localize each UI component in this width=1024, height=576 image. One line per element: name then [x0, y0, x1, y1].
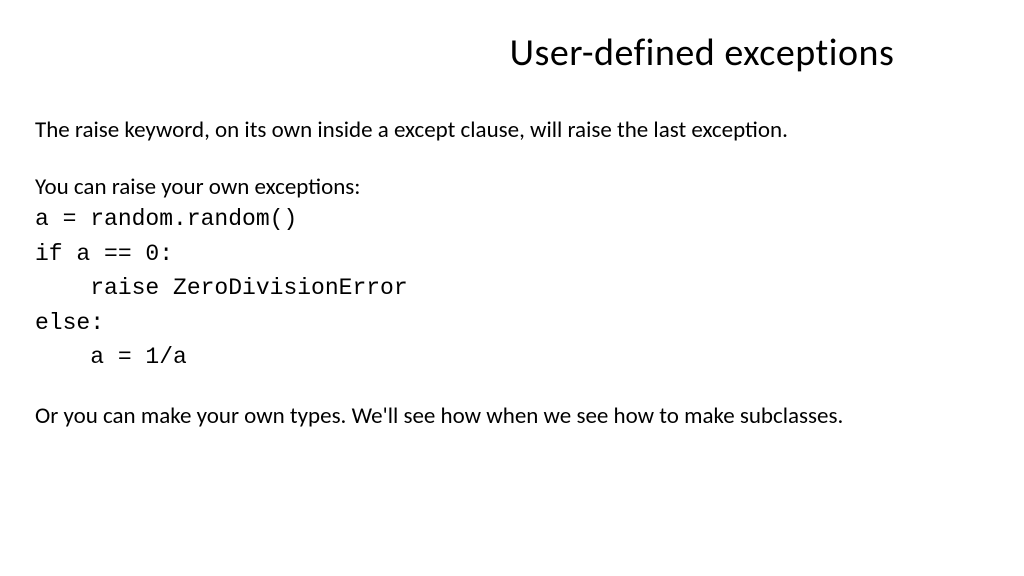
paragraph-raise-keyword: The raise keyword, on its own inside a e…: [35, 116, 989, 146]
paragraph-raise-own: You can raise your own exceptions:: [35, 174, 989, 200]
code-example: a = random.random() if a == 0: raise Zer…: [35, 202, 989, 375]
paragraph-own-types: Or you can make your own types. We'll se…: [35, 403, 989, 429]
slide-title: User-defined exceptions: [415, 30, 989, 76]
